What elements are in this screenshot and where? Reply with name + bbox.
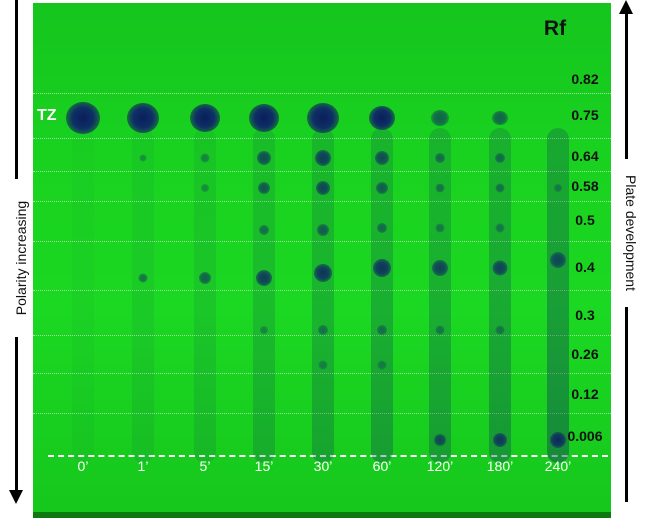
rf-value-label: 0.64: [571, 148, 599, 164]
degradation-spot: [314, 264, 332, 282]
degradation-spot: [495, 183, 505, 193]
degradation-spot: [377, 325, 387, 335]
degradation-spot: [435, 325, 445, 335]
tz-spot: [190, 104, 220, 132]
degradation-spot: [495, 223, 505, 233]
lane-track: [187, 3, 223, 515]
tlc-plate: [33, 3, 611, 515]
rf-value-label: 0.006: [567, 428, 603, 444]
plate-development-label: Plate development: [623, 159, 639, 307]
degradation-spot: [260, 326, 268, 334]
lane-track: [364, 3, 400, 515]
lane-track: [422, 3, 458, 515]
degradation-spot: [434, 434, 446, 446]
degradation-spot: [376, 182, 388, 194]
degradation-spot: [201, 184, 209, 192]
degradation-spot: [139, 154, 147, 162]
tz-spot: [66, 102, 100, 134]
degradation-spot: [318, 325, 328, 335]
lane-track: [246, 3, 282, 515]
lane-track: [482, 3, 518, 515]
lane-time-label: 180’: [486, 458, 514, 474]
lane-streak: [371, 128, 393, 463]
left-axis: Polarity increasing: [0, 0, 33, 521]
degradation-spot: [432, 260, 448, 276]
rf-value-label: 0.3: [575, 307, 595, 323]
lane-streak: [253, 128, 275, 463]
lane-time-label: 120’: [426, 458, 454, 474]
rf-value-label: 0.26: [571, 346, 599, 362]
degradation-spot: [256, 270, 272, 286]
lane-time-label: 30’: [313, 458, 333, 474]
degradation-spot: [373, 259, 391, 277]
rf-title: Rf: [543, 17, 567, 40]
tz-spot: [492, 111, 508, 125]
lane-streak: [194, 128, 216, 463]
degradation-spot: [138, 273, 148, 283]
degradation-spot: [316, 181, 330, 195]
degradation-spot: [435, 183, 445, 193]
degradation-spot: [315, 150, 331, 166]
degradation-spot: [317, 224, 329, 236]
lane-streak: [489, 128, 511, 463]
degradation-spot: [435, 153, 445, 163]
lane-streak: [312, 128, 334, 463]
lane-time-label: 240’: [544, 458, 572, 474]
lane-track: [65, 3, 101, 515]
right-axis: Plate development: [611, 0, 645, 521]
polarity-label: Polarity increasing: [13, 179, 29, 337]
degradation-spot: [375, 151, 389, 165]
tz-spot: [249, 104, 279, 132]
degradation-spot: [377, 360, 387, 370]
up-arrow-icon: [619, 0, 633, 14]
lane-time-label: 15’: [254, 458, 274, 474]
degradation-spot: [200, 153, 210, 163]
rf-value-label: 0.75: [571, 107, 599, 123]
tz-label: TZ: [37, 107, 57, 124]
degradation-spot: [318, 360, 328, 370]
tz-spot: [431, 110, 449, 126]
degradation-spot: [257, 151, 271, 165]
lane-track: [305, 3, 341, 515]
lane-streak: [132, 128, 154, 463]
lane-streak: [429, 128, 451, 463]
plate-bottom-edge: [33, 512, 611, 518]
rf-value-label: 0.12: [571, 386, 599, 402]
lane-time-label: 60’: [372, 458, 392, 474]
degradation-spot: [495, 325, 505, 335]
tz-spot: [369, 106, 395, 130]
degradation-spot: [492, 260, 508, 276]
degradation-spot: [259, 225, 269, 235]
degradation-spot: [377, 223, 387, 233]
rf-value-label: 0.5: [575, 212, 595, 228]
down-arrow-icon: [9, 490, 23, 504]
lane-track: [125, 3, 161, 515]
tz-spot: [307, 103, 339, 133]
lane-time-label: 0’: [77, 458, 89, 474]
lane-time-label: 1’: [137, 458, 149, 474]
degradation-spot: [258, 182, 270, 194]
lane-streak: [72, 128, 94, 463]
rf-value-label: 0.58: [571, 178, 599, 194]
tz-spot: [127, 103, 159, 133]
degradation-spot: [495, 153, 505, 163]
rf-value-label: 0.4: [575, 259, 595, 275]
rf-value-label: 0.82: [571, 71, 599, 87]
lane-time-label: 5’: [199, 458, 211, 474]
degradation-spot: [435, 223, 445, 233]
degradation-spot: [199, 272, 211, 284]
degradation-spot: [493, 433, 507, 447]
